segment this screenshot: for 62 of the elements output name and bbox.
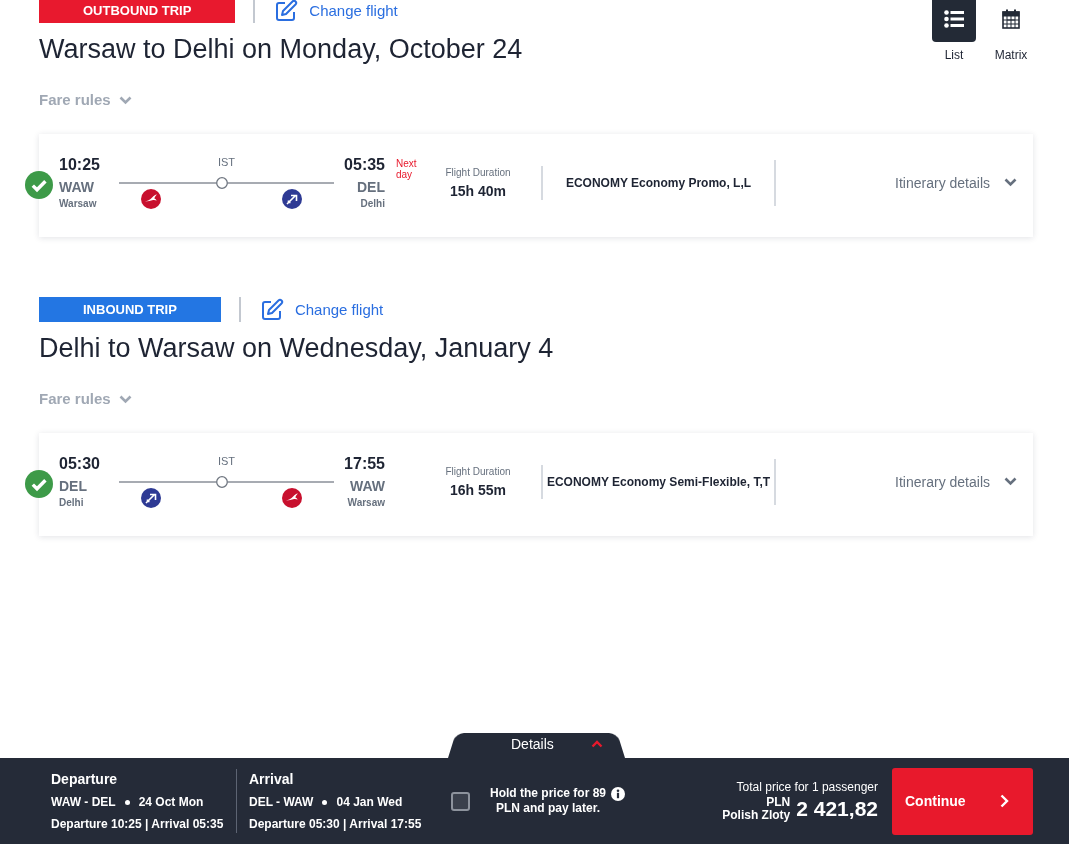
currency-name: Polish Zloty — [722, 809, 791, 822]
calendar-icon — [1002, 9, 1020, 29]
chevron-down-icon — [118, 394, 132, 404]
details-tab[interactable]: Details — [448, 730, 625, 758]
city-name: Warsaw — [347, 496, 385, 509]
fare-class: ECONOMY Economy Semi-Flexible, T,T — [546, 474, 771, 489]
flight-card[interactable]: 10:25 WAW Warsaw IST 05:35 DEL Delhi Next day Flight Duration 15h 40m ECONOMY Economy Promo, L,L Itinerary details — [39, 134, 1033, 237]
leg-times: Departure 05:30 | Arrival 17:55 — [249, 817, 422, 832]
duration-label: Flight Duration — [445, 464, 511, 478]
edit-icon — [259, 297, 284, 322]
itinerary-details-toggle[interactable]: Itinerary details — [895, 174, 1017, 191]
city-name: Warsaw — [59, 197, 97, 210]
city-name: Delhi — [360, 197, 385, 210]
chevron-right-icon — [1000, 794, 1009, 808]
flight-duration: 15h 40m — [449, 181, 506, 200]
chevron-down-icon — [1004, 477, 1017, 486]
trip-title: Delhi to Warsaw on Wednesday, January 4 — [39, 333, 554, 363]
total-price-label: Total price for 1 passenger — [736, 780, 878, 795]
leg-heading: Arrival — [249, 770, 294, 788]
trip-title: Warsaw to Delhi on Monday, October 24 — [39, 34, 523, 64]
departure-time: 10:25 — [59, 155, 100, 175]
hold-price-text: Hold the price for 89 PLN and pay later. — [489, 786, 607, 816]
leg-date: 04 Jan Wed — [336, 795, 403, 810]
bullet-icon — [124, 800, 130, 805]
edit-icon — [274, 0, 299, 23]
airport-code: DEL — [59, 477, 87, 495]
leg-route: WAW - DEL — [51, 795, 116, 810]
leg-heading: Departure — [51, 770, 118, 788]
leg-times: Departure 10:25 | Arrival 05:35 — [51, 817, 224, 832]
view-mode-tab[interactable]: List — [932, 0, 976, 62]
next-day-note: Next day — [396, 157, 418, 180]
fare-class: ECONOMY Economy Promo, L,L — [565, 175, 752, 190]
itinerary-details-toggle[interactable]: Itinerary details — [895, 473, 1017, 490]
info-icon[interactable] — [611, 787, 625, 801]
chevron-down-icon — [118, 95, 132, 105]
leg-date: 24 Oct Mon — [138, 795, 204, 810]
stopover-code: IST — [217, 156, 236, 169]
currency-code: PLN — [766, 796, 791, 809]
flight-card[interactable]: 05:30 DEL Delhi IST 17:55 WAW Warsaw Flight Duration 16h 55m ECONOMY Economy Semi-Flexible, T,T Itinerary details — [39, 433, 1033, 536]
continue-button[interactable]: Continue — [892, 767, 1033, 835]
chevron-down-icon — [1004, 178, 1017, 187]
duration-label: Flight Duration — [445, 165, 511, 179]
change-flight-link[interactable]: Change flight — [274, 0, 398, 23]
arrival-time: 17:55 — [344, 454, 385, 474]
caret-up-icon — [590, 740, 603, 748]
total-price: 2 421,82 — [796, 796, 878, 822]
list-icon — [932, 0, 976, 42]
flight-duration: 16h 55m — [449, 480, 506, 499]
hold-price-checkbox[interactable] — [451, 791, 470, 811]
trip-badge: OUTBOUND TRIP — [39, 0, 236, 23]
bullet-icon — [322, 800, 328, 805]
arrival-time: 05:35 — [344, 155, 385, 175]
airport-code: WAW — [350, 477, 385, 495]
departure-time: 05:30 — [59, 454, 100, 474]
stopover-code: IST — [217, 455, 236, 468]
trip-badge: INBOUND TRIP — [39, 297, 221, 322]
leg-route: DEL - WAW — [249, 795, 314, 810]
city-name: Delhi — [59, 496, 84, 509]
airport-code: WAW — [59, 178, 94, 196]
airport-code: DEL — [357, 178, 385, 196]
view-mode-tab[interactable]: Matrix — [989, 0, 1033, 62]
change-flight-link[interactable]: Change flight — [259, 297, 384, 322]
